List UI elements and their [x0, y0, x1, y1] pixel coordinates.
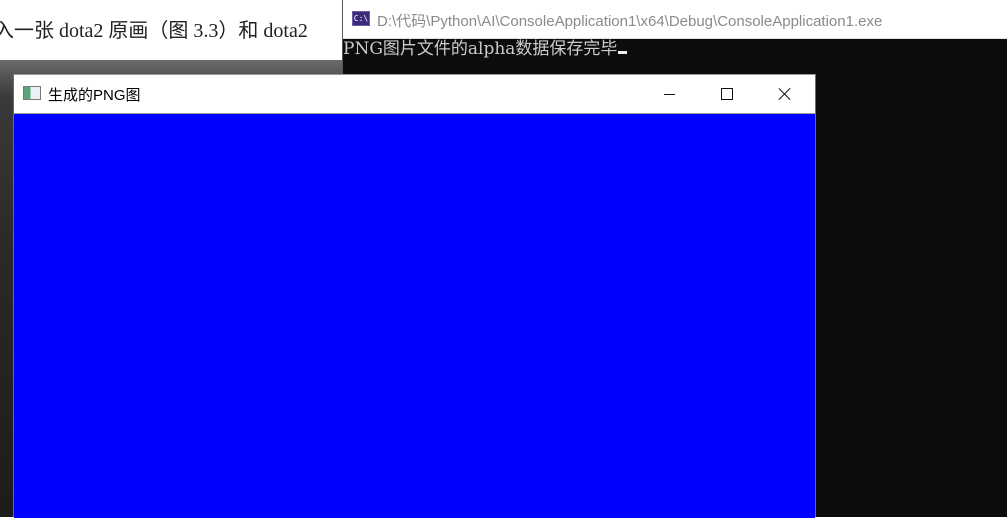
maximize-icon — [721, 88, 733, 100]
png-image-canvas — [14, 113, 815, 518]
close-button[interactable] — [756, 75, 814, 113]
minimize-icon — [663, 93, 675, 95]
background-document: 入一张 dota2 原画（图 3.3）和 dota2 — [0, 0, 345, 60]
console-output-line: PNG图片文件的alpha数据保存完毕 — [343, 39, 618, 59]
viewer-window-title: 生成的PNG图 — [48, 87, 141, 104]
console-app-icon: C:\ — [352, 11, 370, 26]
image-window-icon — [23, 86, 41, 100]
close-icon — [778, 87, 792, 101]
png-viewer-window[interactable]: 生成的PNG图 — [13, 74, 816, 518]
console-title-bar[interactable]: C:\ D:\代码\Python\AI\ConsoleApplication1\… — [343, 0, 1007, 39]
minimize-button[interactable] — [640, 75, 698, 113]
background-document-text: 入一张 dota2 原画（图 3.3）和 dota2 — [0, 20, 308, 42]
console-output: PNG图片文件的alpha数据保存完毕 — [343, 38, 628, 60]
viewer-title-bar[interactable]: 生成的PNG图 — [14, 75, 815, 113]
console-cursor — [618, 51, 628, 54]
console-window-title: D:\代码\Python\AI\ConsoleApplication1\x64\… — [377, 13, 883, 30]
maximize-button[interactable] — [698, 75, 756, 113]
